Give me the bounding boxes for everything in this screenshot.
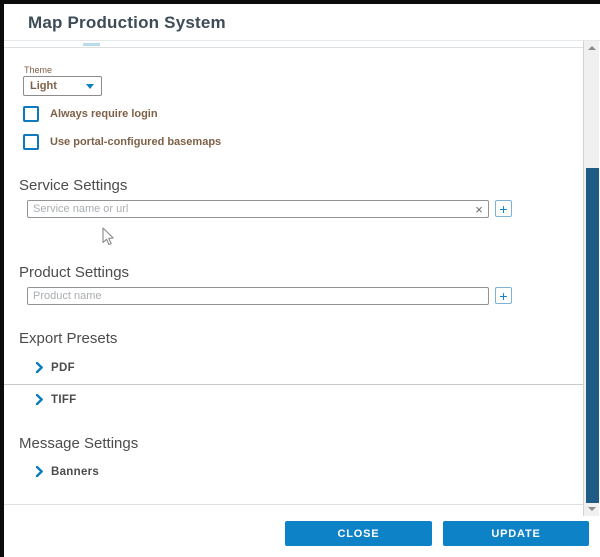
update-button[interactable]: UPDATE: [443, 521, 589, 546]
arrow-up-icon: [588, 46, 596, 50]
expander-tiff[interactable]: TIFF: [36, 392, 76, 407]
close-button[interactable]: CLOSE: [285, 521, 432, 546]
mouse-cursor: [101, 227, 115, 247]
arrow-down-icon: [588, 507, 596, 511]
expander-pdf[interactable]: PDF: [36, 360, 75, 375]
checkbox-label: Always require login: [50, 108, 158, 120]
service-settings-title: Service Settings: [19, 177, 127, 194]
theme-label: Theme: [24, 65, 52, 75]
edge-left: [0, 0, 4, 557]
scroll-up-button[interactable]: [584, 41, 599, 55]
theme-select[interactable]: Light: [23, 76, 102, 96]
scroll-down-button[interactable]: [584, 502, 599, 516]
expander-label: Banners: [51, 466, 99, 478]
title-divider: [4, 40, 600, 41]
scrollbar[interactable]: [583, 41, 599, 516]
scrolled-element-fragment: [83, 43, 100, 46]
always-require-login-row[interactable]: Always require login: [23, 106, 158, 121]
product-settings-title: Product Settings: [19, 264, 129, 281]
edge-top: [0, 0, 600, 4]
viewport-top-border: [4, 47, 583, 48]
always-require-login-checkbox[interactable]: [23, 106, 39, 122]
footer-divider: [4, 504, 583, 505]
chevron-right-icon: [36, 466, 43, 477]
chevron-right-icon: [36, 394, 43, 405]
chevron-right-icon: [36, 362, 43, 373]
checkbox-label: Use portal-configured basemaps: [50, 136, 221, 148]
scrollbar-thumb[interactable]: [586, 168, 599, 503]
add-service-button[interactable]: +: [495, 200, 512, 217]
portal-basemaps-row[interactable]: Use portal-configured basemaps: [23, 134, 221, 149]
theme-select-value: Light: [30, 80, 57, 92]
expander-label: PDF: [51, 362, 75, 374]
product-name-input[interactable]: [27, 287, 489, 305]
service-name-input[interactable]: [27, 200, 489, 218]
pdf-tiff-divider: [4, 384, 583, 385]
clear-icon[interactable]: ×: [471, 201, 487, 217]
add-product-button[interactable]: +: [495, 287, 512, 304]
portal-basemaps-checkbox[interactable]: [23, 134, 39, 150]
expander-label: TIFF: [51, 394, 76, 406]
dialog-title: Map Production System: [28, 13, 226, 33]
export-presets-title: Export Presets: [19, 330, 117, 347]
message-settings-title: Message Settings: [19, 435, 138, 452]
chevron-down-icon: [86, 84, 94, 89]
expander-banners[interactable]: Banners: [36, 464, 99, 479]
